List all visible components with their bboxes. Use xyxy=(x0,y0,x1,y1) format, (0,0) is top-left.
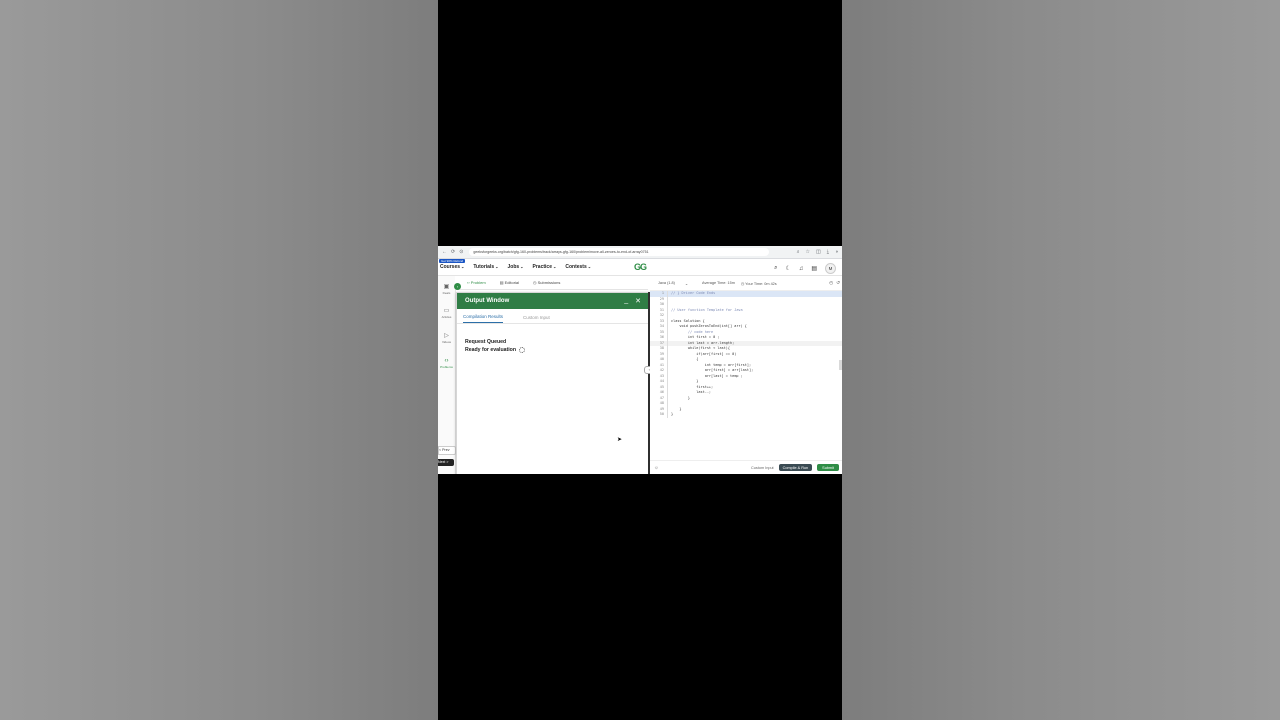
prev-button[interactable]: < Prev xyxy=(438,446,456,455)
video-frame: ← ⟳ ⊙ geeksforgeeks.org/batch/gfg-160-pr… xyxy=(438,0,842,720)
tab-submissions[interactable]: ◷ Submissions xyxy=(533,280,560,285)
language-select[interactable]: Java (1.8) ⌄ xyxy=(658,281,688,286)
site-header: Get 90% Refund Courses⌄ Tutorials⌄ Jobs⌄… xyxy=(438,259,842,276)
reset-icon[interactable]: ↺ xyxy=(836,280,840,286)
average-time: Average Time: 15m xyxy=(702,281,735,285)
code-text: // } Driver Code Ends xyxy=(671,291,716,295)
background-left xyxy=(0,0,438,720)
code-text: } xyxy=(671,412,674,416)
code-text: } xyxy=(671,395,690,400)
output-body: Request Queued Ready for evaluation xyxy=(457,324,649,368)
back-icon[interactable]: ← xyxy=(442,249,447,255)
next-button[interactable]: Next > xyxy=(438,459,454,466)
tab-compilation-results[interactable]: Compilation Results xyxy=(463,314,504,323)
article-icon: ▭ xyxy=(443,308,450,314)
custom-input-toggle[interactable]: Custom Input xyxy=(751,466,774,470)
avatar[interactable]: M xyxy=(825,263,836,274)
editor-toolbar: Java (1.8) ⌄ Average Time: 15m ◷ Your Tim… xyxy=(650,276,842,291)
rail-item-deals[interactable]: ▣ Deals xyxy=(438,284,455,295)
nav-contests[interactable]: Contests⌄ xyxy=(565,264,591,270)
nav-practice[interactable]: Practice⌄ xyxy=(533,264,557,270)
zoom-icon[interactable]: ⌕ xyxy=(797,249,800,255)
mouse-cursor-icon: ➤ xyxy=(617,437,623,443)
timer-icon[interactable]: ◴ xyxy=(829,280,833,286)
minimize-icon[interactable]: _ xyxy=(624,297,628,305)
download-icon[interactable]: ⤓ xyxy=(827,249,829,255)
background-right xyxy=(842,0,1280,720)
rail-item-problems[interactable]: ‹› Problems xyxy=(438,358,455,369)
library-icon[interactable]: ▤ xyxy=(811,265,817,272)
your-time: ◷ Your Time: 0m 42s xyxy=(740,281,777,286)
chevron-down-icon: ⌄ xyxy=(520,264,524,269)
status-request-queued: Request Queued xyxy=(465,339,507,345)
chevron-down-icon: ⌄ xyxy=(461,264,465,269)
search-icon[interactable]: ⌕ xyxy=(774,265,777,272)
address-bar[interactable]: geeksforgeeks.org/batch/gfg-160-problems… xyxy=(469,248,770,256)
scrollbar[interactable] xyxy=(839,360,842,370)
promo-badge[interactable]: Get 90% Refund xyxy=(439,259,466,263)
rail-item-articles[interactable]: ▭ Articles xyxy=(438,308,455,319)
code-area[interactable]: 1// } Driver Code Ends 29 30 31// User func… xyxy=(650,291,842,418)
reload-icon[interactable]: ⟳ xyxy=(451,249,455,255)
settings-icon[interactable]: ☼ xyxy=(654,465,659,471)
close-icon[interactable]: ✕ xyxy=(635,297,641,305)
tab-problem[interactable]: ‹› Problem xyxy=(467,280,486,285)
star-icon[interactable]: ☆ xyxy=(806,249,810,255)
rail-item-videos[interactable]: ▷ Videos xyxy=(438,333,455,344)
dark-mode-icon[interactable]: ☾ xyxy=(785,265,790,272)
extensions-icon[interactable]: ◫ xyxy=(816,249,821,255)
output-window: Output Window _ ✕ Compilation Results Cu… xyxy=(456,292,650,474)
gfg-logo[interactable]: GG xyxy=(629,262,651,272)
chevron-down-icon: ⌄ xyxy=(587,264,592,269)
video-icon: ▷ xyxy=(444,333,449,339)
tab-custom-input[interactable]: Custom Input xyxy=(523,315,550,323)
code-line[interactable]: 50} xyxy=(650,412,842,418)
output-window-header: Output Window _ ✕ xyxy=(457,293,649,309)
code-icon: ‹› xyxy=(444,358,449,364)
output-window-title: Output Window xyxy=(465,298,510,304)
chevron-down-icon: ⌄ xyxy=(495,264,499,269)
browser-screen: ← ⟳ ⊙ geeksforgeeks.org/batch/gfg-160-pr… xyxy=(438,246,842,474)
nav-tutorials[interactable]: Tutorials⌄ xyxy=(473,264,498,270)
tab-editorial[interactable]: ▤ Editorial xyxy=(500,280,519,285)
site-info-icon[interactable]: ⊙ xyxy=(459,249,463,255)
loading-spinner-icon xyxy=(519,346,526,353)
left-rail: ▣ Deals ▭ Articles ▷ Videos ‹› Problems < Pr… xyxy=(438,276,456,474)
editor-footer: ☼ Custom Input Compile & Run Submit xyxy=(650,460,842,474)
chevron-down-icon: ⌄ xyxy=(684,281,688,286)
line-number: 50 xyxy=(650,412,668,418)
output-tabs: Compilation Results Custom Input xyxy=(457,309,649,324)
main-nav: Courses⌄ Tutorials⌄ Jobs⌄ Practice⌄ Cont… xyxy=(440,264,591,270)
browser-toolbar: ← ⟳ ⊙ geeksforgeeks.org/batch/gfg-160-pr… xyxy=(438,246,842,259)
status-ready: Ready for evaluation xyxy=(465,346,641,354)
chevron-down-icon: ⌄ xyxy=(552,264,557,269)
bookmark-icon: ▣ xyxy=(443,284,450,290)
profile-icon[interactable]: ◑ xyxy=(835,249,838,255)
code-editor-panel: Java (1.8) ⌄ Average Time: 15m ◷ Your Tim… xyxy=(650,276,842,474)
problem-tabs: ‹› Problem ▤ Editorial ◷ Submissions xyxy=(455,276,648,290)
bell-icon[interactable]: ♫ xyxy=(799,266,804,272)
collapse-arrow-icon[interactable]: › xyxy=(454,283,461,290)
submit-button[interactable]: Submit xyxy=(817,464,839,471)
nav-jobs[interactable]: Jobs⌄ xyxy=(507,264,523,270)
compile-run-button[interactable]: Compile & Run xyxy=(778,464,813,471)
code-text: // User function Template for Java xyxy=(671,307,743,312)
nav-courses[interactable]: Courses⌄ xyxy=(440,264,464,270)
